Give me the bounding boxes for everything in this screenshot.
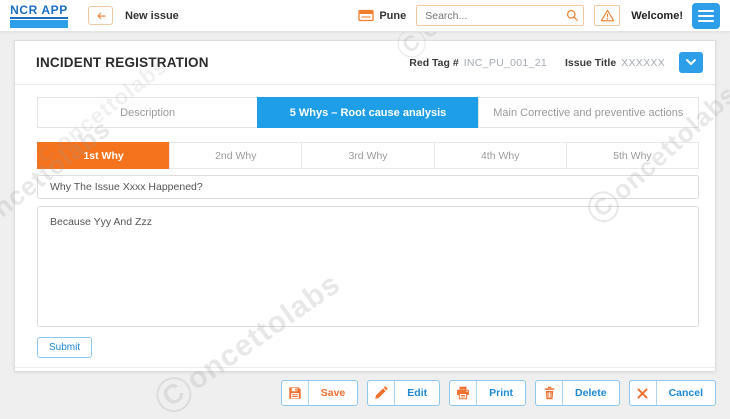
- plant-icon: [358, 9, 374, 22]
- ncr-app-logo[interactable]: NCR APP: [10, 4, 68, 28]
- why-question-input[interactable]: [37, 175, 699, 199]
- search-icon[interactable]: [566, 9, 579, 22]
- plant-label: Pune: [379, 10, 406, 22]
- red-tag-label: Red Tag #: [409, 57, 458, 69]
- pencil-icon: [368, 381, 395, 405]
- why-answer-textarea[interactable]: Because Yyy And Zzz: [37, 206, 699, 327]
- why-tab-1[interactable]: 1st Why: [37, 142, 170, 169]
- incident-card: INCIDENT REGISTRATION Red Tag # INC_PU_0…: [14, 40, 716, 372]
- red-tag-value: INC_PU_001_21: [464, 57, 547, 69]
- print-label: Print: [477, 381, 525, 405]
- action-bar: Save Edit Print Delete Cancel: [14, 380, 716, 406]
- chevron-down-icon: [685, 58, 697, 67]
- why-tab-bar: 1st Why 2nd Why 3rd Why 4th Why 5th Why: [37, 142, 699, 169]
- why-tab-5[interactable]: 5th Why: [566, 142, 699, 169]
- ncr-app-logo-bar: [10, 20, 68, 28]
- trash-icon: [536, 381, 563, 405]
- issue-title-label: Issue Title: [565, 57, 616, 69]
- delete-label: Delete: [563, 381, 619, 405]
- incident-card-header: INCIDENT REGISTRATION Red Tag # INC_PU_0…: [15, 41, 715, 85]
- tab-corrective-actions[interactable]: Main Corrective and preventive actions: [478, 97, 699, 128]
- why-tab-4[interactable]: 4th Why: [434, 142, 567, 169]
- arrow-left-icon: [94, 10, 108, 22]
- edit-label: Edit: [395, 381, 439, 405]
- cancel-label: Cancel: [657, 381, 715, 405]
- menu-button[interactable]: [692, 3, 720, 29]
- search-box: [416, 5, 584, 26]
- new-issue-label: New issue: [125, 10, 179, 22]
- print-button[interactable]: Print: [449, 380, 526, 406]
- delete-button[interactable]: Delete: [535, 380, 620, 406]
- expand-button[interactable]: [679, 52, 703, 73]
- issue-title-value: XXXXXX: [621, 57, 665, 69]
- tab-5-whys[interactable]: 5 Whys – Root cause analysis: [257, 97, 478, 128]
- incident-meta: Red Tag # INC_PU_001_21 Issue Title XXXX…: [409, 52, 703, 73]
- cancel-button[interactable]: Cancel: [629, 380, 716, 406]
- back-button[interactable]: [88, 6, 113, 25]
- app-header: NCR APP New issue Pune Welcome!: [0, 0, 730, 32]
- save-label: Save: [309, 381, 358, 405]
- why-tab-2[interactable]: 2nd Why: [169, 142, 302, 169]
- page-title: INCIDENT REGISTRATION: [36, 55, 209, 70]
- ncr-app-logo-text: NCR APP: [10, 4, 68, 19]
- why-tab-3[interactable]: 3rd Why: [301, 142, 434, 169]
- tab-description[interactable]: Description: [37, 97, 258, 128]
- welcome-label: Welcome!: [631, 10, 683, 22]
- close-icon: [630, 381, 657, 405]
- search-input[interactable]: [417, 10, 566, 22]
- card-footer-divider: [15, 367, 715, 368]
- warning-icon: [600, 9, 615, 22]
- save-button[interactable]: Save: [281, 380, 359, 406]
- hamburger-icon: [698, 10, 714, 12]
- save-icon: [282, 381, 309, 405]
- alerts-button[interactable]: [594, 5, 620, 26]
- edit-button[interactable]: Edit: [367, 380, 440, 406]
- submit-button[interactable]: Submit: [37, 337, 92, 358]
- printer-icon: [450, 381, 477, 405]
- tab-bar: Description 5 Whys – Root cause analysis…: [37, 97, 699, 128]
- plant-selector[interactable]: Pune: [358, 9, 406, 22]
- incident-card-body: Description 5 Whys – Root cause analysis…: [15, 85, 715, 368]
